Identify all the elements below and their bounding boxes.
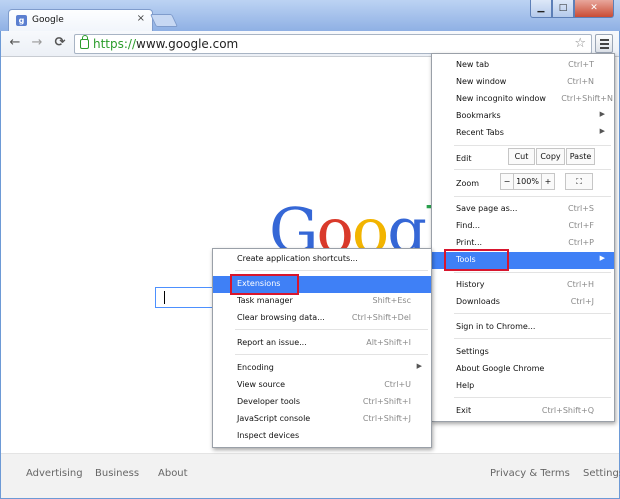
- menu-item-report-issue[interactable]: Report an issue... Alt+Shift+I: [213, 335, 431, 352]
- forward-arrow-icon[interactable]: →: [28, 35, 46, 50]
- maximize-button[interactable]: □: [552, 0, 574, 18]
- minimize-button[interactable]: ▁: [530, 0, 552, 18]
- menu-item-recent-tabs[interactable]: Recent Tabs ▶: [432, 125, 614, 142]
- address-bar[interactable]: https://www.google.com ☆: [74, 34, 592, 54]
- close-window-button[interactable]: ✕: [574, 0, 614, 18]
- menu-item-new-tab[interactable]: New tab Ctrl+T: [432, 57, 614, 74]
- footer-link-business[interactable]: Business: [95, 468, 139, 479]
- reload-icon[interactable]: ⟳: [51, 35, 69, 50]
- footer-link-about[interactable]: About: [158, 468, 188, 479]
- bookmark-star-icon[interactable]: ☆: [574, 36, 586, 51]
- menu-item-settings[interactable]: Settings: [432, 344, 614, 361]
- menu-item-downloads[interactable]: Downloads Ctrl+J: [432, 294, 614, 311]
- annotation-highlight-tools: [444, 249, 509, 271]
- chrome-main-menu: New tab Ctrl+T New window Ctrl+N New incog…: [431, 53, 615, 422]
- url-text: https://www.google.com: [93, 37, 238, 51]
- text-caret: [164, 291, 165, 304]
- menu-item-create-shortcuts[interactable]: Create application shortcuts...: [213, 251, 431, 268]
- menu-item-view-source[interactable]: View source Ctrl+U: [213, 377, 431, 394]
- zoom-out-button[interactable]: −: [500, 173, 514, 190]
- menu-item-sign-in[interactable]: Sign in to Chrome...: [432, 319, 614, 336]
- menu-item-developer-tools[interactable]: Developer tools Ctrl+Shift+I: [213, 394, 431, 411]
- tab-close-icon[interactable]: ×: [137, 13, 145, 24]
- menu-item-bookmarks[interactable]: Bookmarks ▶: [432, 108, 614, 125]
- copy-button[interactable]: Copy: [536, 148, 565, 165]
- zoom-level: 100%: [514, 173, 541, 190]
- tab-title: Google: [32, 15, 64, 25]
- menu-divider: [454, 313, 611, 314]
- footer-link-settings[interactable]: Settings: [583, 468, 620, 479]
- menu-item-history[interactable]: History Ctrl+H: [432, 277, 614, 294]
- menu-item-exit[interactable]: Exit Ctrl+Shift+Q: [432, 403, 614, 420]
- submenu-arrow-icon: ▶: [599, 127, 605, 135]
- fullscreen-icon[interactable]: ⛶: [565, 173, 593, 190]
- browser-window: g Google × ▁ □ ✕ ← → ⟳ https://www.googl…: [0, 0, 620, 499]
- zoom-in-button[interactable]: +: [541, 173, 555, 190]
- submenu-arrow-icon: ▶: [416, 362, 422, 370]
- menu-divider: [235, 270, 428, 271]
- menu-item-save-page[interactable]: Save page as... Ctrl+S: [432, 201, 614, 218]
- menu-item-js-console[interactable]: JavaScript console Ctrl+Shift+J: [213, 411, 431, 428]
- new-tab-button[interactable]: [149, 14, 179, 27]
- menu-item-new-window[interactable]: New window Ctrl+N: [432, 74, 614, 91]
- menu-divider: [454, 338, 611, 339]
- menu-row-edit: Edit Cut Copy Paste: [432, 148, 614, 168]
- menu-item-new-incognito[interactable]: New incognito window Ctrl+Shift+N: [432, 91, 614, 108]
- menu-divider: [454, 272, 611, 273]
- menu-divider: [454, 196, 611, 197]
- footer: Advertising Business About Privacy & Ter…: [1, 453, 620, 498]
- menu-item-help[interactable]: Help: [432, 378, 614, 395]
- submenu-arrow-icon: ▶: [599, 254, 605, 262]
- chrome-menu-button[interactable]: [595, 34, 613, 53]
- menu-divider: [454, 169, 611, 170]
- menu-item-about[interactable]: About Google Chrome: [432, 361, 614, 378]
- menu-item-inspect-devices[interactable]: Inspect devices: [213, 428, 431, 445]
- annotation-highlight-extensions: [230, 274, 299, 295]
- title-bar: g Google × ▁ □ ✕: [0, 0, 620, 32]
- lock-icon: [80, 35, 89, 49]
- cut-button[interactable]: Cut: [508, 148, 535, 165]
- menu-row-zoom: Zoom − 100% + ⛶: [432, 173, 614, 193]
- tools-submenu: Create application shortcuts... Extensio…: [212, 248, 432, 448]
- paste-button[interactable]: Paste: [566, 148, 595, 165]
- menu-divider: [454, 145, 611, 146]
- url-host: www.google.com: [136, 37, 239, 51]
- menu-divider: [235, 329, 428, 330]
- footer-link-privacy[interactable]: Privacy & Terms: [490, 468, 570, 479]
- tab-google[interactable]: g Google ×: [8, 9, 153, 32]
- footer-link-advertising[interactable]: Advertising: [26, 468, 83, 479]
- hamburger-icon: [600, 39, 609, 41]
- google-favicon-icon: g: [16, 15, 27, 26]
- submenu-arrow-icon: ▶: [599, 110, 605, 118]
- menu-divider: [454, 397, 611, 398]
- menu-item-clear-browsing[interactable]: Clear browsing data... Ctrl+Shift+Del: [213, 310, 431, 327]
- menu-item-find[interactable]: Find... Ctrl+F: [432, 218, 614, 235]
- menu-item-task-manager[interactable]: Task manager Shift+Esc: [213, 293, 431, 310]
- menu-item-encoding[interactable]: Encoding ▶: [213, 360, 431, 377]
- url-scheme: https://: [93, 37, 137, 51]
- back-arrow-icon[interactable]: ←: [6, 35, 24, 50]
- menu-divider: [235, 354, 428, 355]
